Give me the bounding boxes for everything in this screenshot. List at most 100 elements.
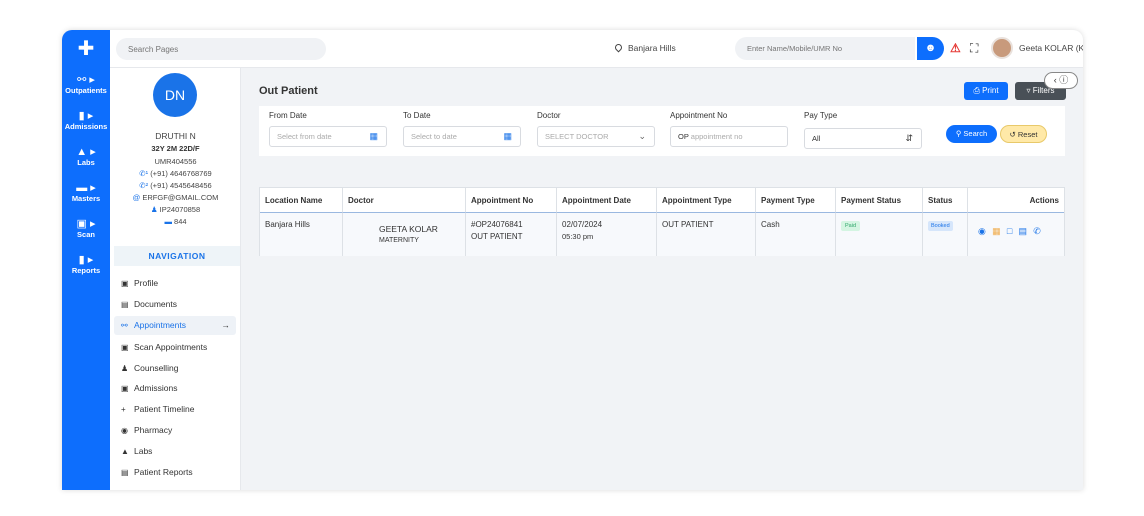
pay-type-label: Pay Type	[804, 111, 838, 120]
patient-search-input[interactable]	[735, 37, 915, 60]
to-date-input[interactable]: Select to date ▦	[403, 126, 521, 147]
fullscreen-icon[interactable]: ⛶	[970, 39, 978, 57]
help-circle-icon: ⓘ	[1059, 75, 1069, 85]
patient-bed: ▬ 844	[164, 217, 187, 226]
nav-item-documents[interactable]: ▤ Documents	[114, 295, 236, 314]
bed-icon: ▬	[164, 217, 172, 226]
report-icon: ▤	[121, 468, 129, 477]
cell-appointment-no: #OP24076841 OUT PATIENT	[466, 213, 557, 256]
scan-icon: ▣ ▸	[76, 218, 96, 230]
at-icon: @	[132, 193, 141, 202]
pay-type-select[interactable]: All ⇵	[804, 128, 922, 149]
column-header: Actions	[968, 188, 1064, 213]
whatsapp-icon[interactable]: ✆	[1033, 225, 1041, 237]
cell-location: Banjara Hills	[260, 213, 343, 256]
nav-item-patient-reports[interactable]: ▤ Patient Reports	[114, 463, 236, 482]
chevron-left-icon: ‹	[1053, 75, 1057, 85]
filter-icon: ▿	[1026, 86, 1031, 95]
scan-icon: ▣	[121, 343, 129, 352]
filter-panel: From Date Select from date ▦ To Date Sele…	[259, 106, 1065, 156]
phone-icon: ✆¹	[139, 169, 149, 178]
cell-appointment-date: 02/07/2024 05:30 pm	[557, 213, 657, 256]
patient-email: @ ERFGF@GMAIL.COM	[132, 193, 219, 202]
patient-umr: UMR404556	[154, 157, 197, 166]
search-pages-input[interactable]	[116, 38, 326, 60]
user-avatar[interactable]	[991, 37, 1013, 59]
patient-search-button[interactable]: ☻	[917, 37, 944, 60]
sort-arrows-icon: ⇵	[905, 133, 913, 143]
nav-item-pharmacy[interactable]: ◉ Pharmacy	[114, 421, 236, 440]
search-button[interactable]: ⚲ Search	[946, 125, 997, 143]
rail-item-reports[interactable]: ▮ ▸ Reports	[62, 254, 110, 276]
column-header[interactable]: Location Name	[260, 188, 343, 213]
stethoscope-icon: ⚯ ▸	[77, 74, 95, 86]
rail-item-admissions[interactable]: ▮ ▸ Admissions	[62, 110, 110, 132]
invoice-icon[interactable]: ▦	[992, 225, 1001, 237]
patient-age-gender: 32Y 2M 22D/F	[151, 144, 200, 153]
rail-item-outpatients[interactable]: ⚯ ▸ Outpatients	[62, 74, 110, 96]
column-header[interactable]: Status	[923, 188, 968, 213]
search-icon: ⚲	[955, 129, 962, 138]
column-header[interactable]: Appointment Type	[657, 188, 756, 213]
appointment-no-label: Appointment No	[670, 111, 728, 120]
column-header[interactable]: Appointment No	[466, 188, 557, 213]
nav-item-labs[interactable]: ▲ Labs	[114, 442, 236, 461]
cell-actions: ◉ ▦ □ ▤ ✆	[968, 213, 1064, 256]
chevron-down-icon: ⌄	[638, 131, 646, 141]
patient-panel: DN DRUTHI N 32Y 2M 22D/F UMR404556 ✆¹ (+…	[110, 68, 241, 490]
nav-item-counselling[interactable]: ♟ Counselling	[114, 359, 236, 378]
status-badge: Paid	[841, 221, 861, 231]
rail-item-labs[interactable]: ▲ ▸ Labs	[62, 146, 110, 168]
document-icon: ▮ ▸	[78, 110, 94, 122]
appointment-no-input[interactable]: OP appointment no	[670, 126, 788, 147]
emergency-icon[interactable]: ⚠	[950, 39, 961, 57]
user-menu[interactable]: Geeta KOLAR (KOLAR) ⌄	[1019, 43, 1083, 54]
status-badge: Booked	[928, 221, 953, 231]
people-icon: ♟	[121, 364, 129, 373]
arrow-right-icon: →	[221, 320, 231, 330]
print-button[interactable]: ⎙ Print	[964, 82, 1008, 100]
cell-payment-type: Cash	[756, 213, 836, 256]
column-header[interactable]: Doctor	[343, 188, 466, 213]
person-icon: ♟	[150, 205, 158, 214]
reset-icon: ↺	[1009, 130, 1016, 139]
documents-icon: ▤	[121, 300, 129, 309]
nav-item-admissions[interactable]: ▣ Admissions	[114, 379, 236, 398]
collapse-toggle[interactable]: ‹ ⓘ	[1044, 72, 1078, 89]
location-selector[interactable]: Banjara Hills	[613, 42, 676, 53]
rail-item-masters[interactable]: ▬ ▸ Masters	[62, 182, 110, 204]
appointments-table: Location Name Doctor Appointment No Appo…	[259, 187, 1065, 256]
document-icon[interactable]: ▤	[1019, 225, 1028, 237]
cell-payment-status: Paid	[836, 213, 923, 256]
reset-button[interactable]: ↺ Reset	[1000, 125, 1047, 143]
column-header[interactable]: Payment Type	[756, 188, 836, 213]
column-header[interactable]: Payment Status	[836, 188, 923, 213]
to-date-label: To Date	[403, 111, 431, 120]
file-icon[interactable]: □	[1007, 225, 1012, 237]
stethoscope-icon: ⚯	[121, 321, 128, 330]
nav-item-patient-timeline[interactable]: + Patient Timeline	[114, 400, 236, 419]
phone-icon: ✆²	[139, 181, 149, 190]
cell-appointment-type: OUT PATIENT	[657, 213, 756, 256]
page-title: Out Patient	[259, 85, 318, 97]
column-header[interactable]: Appointment Date	[557, 188, 657, 213]
cell-status: Booked	[923, 213, 968, 256]
app-window: ✚ ⚯ ▸ Outpatients ▮ ▸ Admissions ▲ ▸ Lab…	[62, 30, 1083, 490]
nav-item-scan-appointments[interactable]: ▣ Scan Appointments	[114, 338, 236, 357]
nav-item-appointments[interactable]: ⚯ Appointments →	[114, 316, 236, 335]
doctor-select[interactable]: SELECT DOCTOR ⌄	[537, 126, 655, 147]
plus-icon: +	[121, 405, 126, 414]
from-date-input[interactable]: Select from date ▦	[269, 126, 387, 147]
navigation-heading: NAVIGATION	[114, 246, 240, 266]
medical-cross-logo[interactable]: ✚	[75, 38, 97, 60]
doctor-label: Doctor	[537, 111, 561, 120]
monitor-icon: ▬ ▸	[76, 182, 96, 194]
from-date-label: From Date	[269, 111, 307, 120]
nav-item-profile[interactable]: ▣ Profile	[114, 274, 236, 293]
view-icon[interactable]: ◉	[978, 225, 986, 237]
printer-icon: ⎙	[973, 86, 980, 95]
main-content: Out Patient ⎙ Print ▿ Filters ‹ ⓘ From D…	[242, 68, 1083, 490]
rail-item-scan[interactable]: ▣ ▸ Scan	[62, 218, 110, 240]
patient-name: DRUTHI N	[155, 131, 196, 141]
flask-icon: ▲	[121, 447, 129, 456]
